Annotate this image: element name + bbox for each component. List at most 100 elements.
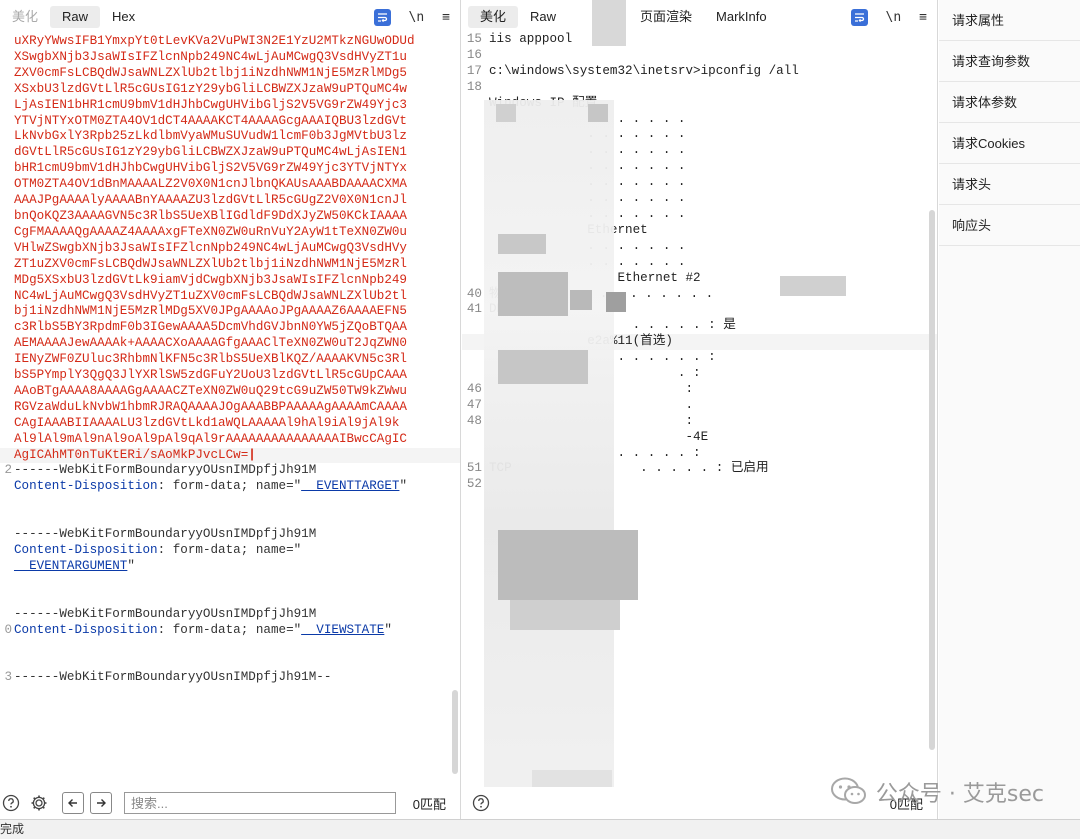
- next-match-button[interactable]: [90, 792, 112, 814]
- code-line: __EVENTARGUMENT ": [0, 559, 460, 575]
- payload-text: CgFMAAAAQgAAAAZ4AAAAxgFTeXN0ZW0uRnVuY2Ay…: [14, 224, 407, 239]
- boundary-text: ------WebKitFormBoundaryyOUsnIMDpfjJh91M: [14, 606, 317, 621]
- line-number: [0, 559, 13, 575]
- field-name: __EVENTARGUMENT: [14, 558, 128, 573]
- redaction-mosaic: [606, 292, 626, 312]
- code-line: ------WebKitFormBoundaryyOUsnIMDpfjJh91M: [0, 527, 460, 543]
- payload-text: XSwgbXNjb3JsaWIsIFZlcnNpb249NC4wLjAuMCwg…: [14, 49, 407, 64]
- payload-text: NC4wLjAuMCwgQ3VsdHVyZT1uZXV0cmFsLCBQdWJs…: [14, 288, 407, 303]
- payload-text: AAoBTgAAAA8AAAAGgAAAACZTeXN0ZW0uQ29tcG9u…: [14, 383, 407, 398]
- line-number: 15: [466, 32, 482, 46]
- help-icon[interactable]: [0, 792, 22, 814]
- tab-markinfo[interactable]: MarkInfo: [704, 6, 779, 28]
- quote: ": [127, 558, 135, 573]
- sidebar-item-request-body-params[interactable]: 请求体参数: [939, 82, 1080, 123]
- line-number: [0, 161, 13, 177]
- code-line: c3RlbS5BY3RpdmF0b3IGewAAAA5DcmVhdGVJbnN0…: [0, 320, 460, 336]
- line-number: [0, 193, 13, 209]
- gear-icon[interactable]: [28, 792, 50, 814]
- quote: ": [399, 479, 407, 494]
- line-number: [0, 209, 13, 225]
- code-line: IENyZWF0ZUluc3RhbmNlKFN5c3RlbS5UeXBlKQZ/…: [0, 352, 460, 368]
- line-number: [0, 50, 13, 66]
- code-line: LjAsIEN1bHR1cmU9bmV1dHJhbCwgUHVibGljS2V5…: [0, 98, 460, 114]
- line-number: [0, 289, 13, 305]
- line-number: [0, 114, 13, 130]
- code-line: LkNvbGxlY3Rpb25zLkdlbmVyaWMuSUVudW1lcmF0…: [0, 129, 460, 145]
- sidebar-item-request-headers[interactable]: 请求头: [939, 164, 1080, 205]
- tab-hex[interactable]: Hex: [100, 6, 147, 28]
- request-editor[interactable]: uXRyYWwsIFB1YmxpYt0tLevKVa2VuPWI3N2E1YzU…: [0, 34, 460, 787]
- line-number: [0, 575, 13, 591]
- line-number: [0, 145, 13, 161]
- line-number: 2: [4, 463, 12, 478]
- line-number: [0, 527, 13, 543]
- code-line: OTM0ZTA4OV1dBnMAAAALZ2V0X0N1cnJlbnQKAUsA…: [0, 177, 460, 193]
- tab-beautify[interactable]: 美化: [0, 6, 50, 28]
- newline-toggle[interactable]: \n: [886, 10, 902, 25]
- line-number: [0, 511, 13, 527]
- newline-toggle[interactable]: \n: [409, 10, 425, 25]
- payload-text: ZT1uZXV0cmFsLCBQdWJsaWNLZXlUb2tlbj1iNzdh…: [14, 256, 407, 271]
- sidebar-item-request-attributes[interactable]: 请求属性: [939, 0, 1080, 41]
- search-input[interactable]: [124, 792, 396, 814]
- response-scrollbar[interactable]: [929, 210, 935, 750]
- sidebar-item-response-headers[interactable]: 响应头: [939, 205, 1080, 246]
- redaction-mosaic: [498, 234, 546, 254]
- payload-text: IENyZWF0ZUluc3RhbmNlKFN5c3RlbS5UeXBlKQZ/…: [14, 352, 407, 367]
- code-line: XSxbU3lzdGVtLlR5cGUsIG1zY29ybGliLCBWZXJz…: [0, 82, 460, 98]
- line-number: [0, 98, 13, 114]
- code-line: AEMAAAAJewAAAAk+AAAACXoAAAAGfgAAAClTeXN0…: [0, 336, 460, 352]
- boundary-text: ------WebKitFormBoundaryyOUsnIMDpfjJh91M…: [14, 670, 332, 685]
- tab-beautify[interactable]: 美化: [468, 6, 519, 28]
- wrap-toggle-icon[interactable]: [373, 8, 391, 26]
- wrap-toggle-icon[interactable]: [850, 8, 868, 26]
- redaction-mosaic: [484, 100, 614, 800]
- code-line: [0, 591, 460, 607]
- code-line: ZXV0cmFsLCBQdWJsaWNLZXlUb2tlbj1iNzdhNWM1…: [0, 66, 460, 82]
- payload-text: YTVjNTYxOTM0ZTA4OV1dCT4AAAAKCT4AAAAGcgAA…: [14, 113, 407, 128]
- payload-text: AEMAAAAJewAAAAk+AAAACXoAAAAGfgAAAClTeXN0…: [14, 336, 407, 351]
- line-number: [0, 479, 13, 495]
- code-line: bS5PYmplY3QgQ3JlYXRlSW5zdGFuY2UoU3lzdGVt…: [0, 368, 460, 384]
- code-line: [0, 511, 460, 527]
- response-text: c:\windows\system32\inetsrv>ipconfig /al…: [489, 63, 799, 78]
- code-line: AAAJPgAAAAlyAAAABnYAAAAZU3lzdGVtLlR5cGUg…: [0, 193, 460, 209]
- line-number: [0, 591, 13, 607]
- sidebar-item-request-cookies[interactable]: 请求Cookies: [939, 123, 1080, 164]
- header-key: Content-Disposition: [14, 479, 158, 494]
- menu-icon[interactable]: ≡: [919, 10, 927, 25]
- sidebar-item-request-query-params[interactable]: 请求查询参数: [939, 41, 1080, 82]
- response-tabbar: 美化 Raw 页面渲染 MarkInfo \n ≡: [462, 0, 937, 34]
- redaction-mosaic: [570, 290, 592, 310]
- line-number: [0, 82, 13, 98]
- help-icon[interactable]: [470, 792, 492, 814]
- code-line: 16: [462, 48, 937, 64]
- menu-icon[interactable]: ≡: [442, 10, 450, 25]
- tab-raw[interactable]: Raw: [518, 6, 568, 28]
- header-key: Content-Disposition: [14, 543, 158, 557]
- code-line: 18: [462, 80, 937, 96]
- request-scrollbar[interactable]: [452, 690, 458, 774]
- code-line: YTVjNTYxOTM0ZTA4OV1dCT4AAAAKCT4AAAAGcgAA…: [0, 114, 460, 130]
- code-line: MDg5XSxbU3lzdGVtLk9iamVjdCwgbXNjb3JsaWIs…: [0, 273, 460, 289]
- payload-text: AAAJPgAAAAlyAAAABnYAAAAZU3lzdGVtLlR5cGUg…: [14, 193, 407, 208]
- line-number: 0: [4, 622, 12, 637]
- code-line: AAoBTgAAAA8AAAAGgAAAACZTeXN0ZW0uQ29tcG9u…: [0, 384, 460, 400]
- watermark-text: 公众号 · 艾克sec: [875, 782, 1044, 807]
- payload-text: dGVtLlR5cGUsIG1zY29ybGliLCBWZXJzaW9uPTQu…: [14, 145, 407, 160]
- code-line: Al9lAl9mAl9nAl9oAl9pAl9qAl9rAAAAAAAAAAAA…: [0, 432, 460, 448]
- code-line: bHR1cmU9bmV1dHJhbCwgUHVibGljS2V5VG9rZW49…: [0, 161, 460, 177]
- code-line: NC4wLjAuMCwgQ3VsdHVyZT1uZXV0cmFsLCBQdWJs…: [0, 289, 460, 305]
- status-bar: 完成: [0, 819, 1080, 839]
- tab-raw[interactable]: Raw: [50, 6, 101, 28]
- prev-match-button[interactable]: [62, 792, 84, 814]
- quote: ": [384, 622, 392, 637]
- line-number: [0, 416, 13, 432]
- tab-page-render[interactable]: 页面渲染: [628, 6, 704, 28]
- code-line: 0 Content-Disposition: form-data; name=" _…: [0, 623, 460, 639]
